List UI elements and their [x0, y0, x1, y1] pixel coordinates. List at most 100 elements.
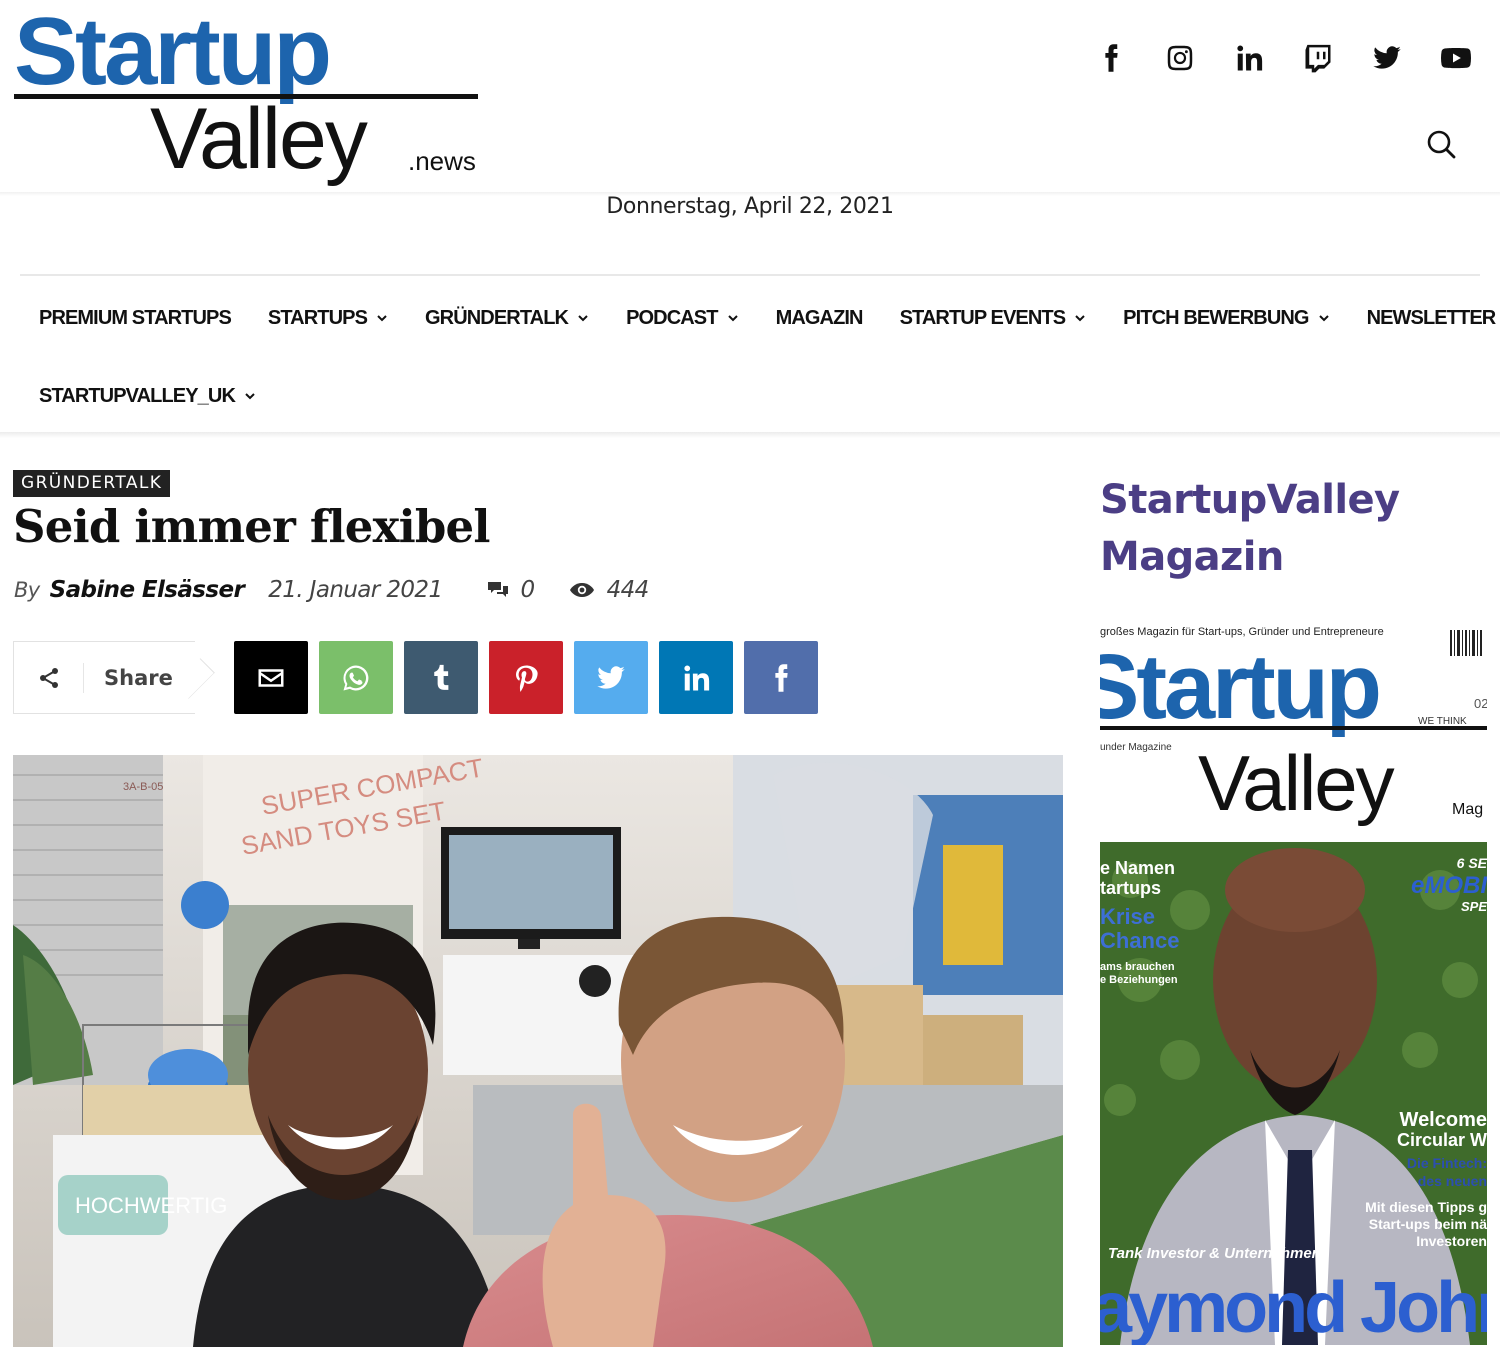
nav-item-gruendertalk[interactable]: GRÜNDERTALK [425, 307, 589, 330]
cover-line: Krise [1100, 904, 1155, 929]
author-link[interactable]: Sabine Elsässer [50, 577, 245, 603]
cover-line: eMOBI [1411, 872, 1487, 899]
cover-line: Start-ups beim nä [1369, 1216, 1487, 1232]
twitch-icon[interactable] [1300, 40, 1336, 76]
facebook-icon[interactable] [1093, 40, 1129, 76]
nav-item-label: STARTUPVALLEY_UK [39, 384, 236, 407]
share-icon [14, 662, 84, 693]
share-whatsapp-button[interactable] [319, 641, 393, 714]
nav-item-podcast[interactable]: PODCAST [626, 307, 738, 330]
nav-top-rule [20, 274, 1480, 276]
nav-item-label: PREMIUM STARTUPS [39, 306, 232, 329]
facebook-icon [775, 663, 788, 692]
nav-item-label: GRÜNDERTALK [425, 306, 569, 329]
share-label: Share [104, 665, 173, 690]
cover-caption: Tank Investor & Unternehmer [1108, 1245, 1319, 1262]
share-pinterest-button[interactable] [489, 641, 563, 714]
youtube-icon[interactable] [1438, 40, 1474, 76]
eye-icon [569, 583, 594, 597]
nav-bottom-shadow [0, 432, 1500, 438]
nav-item-label: STARTUP EVENTS [899, 306, 1066, 329]
chevron-down-icon [1318, 315, 1329, 322]
article-meta: By Sabine Elsässer 21. Januar 2021 0 444 [14, 577, 683, 603]
article-date: 21. Januar 2021 [268, 577, 443, 603]
cover-line: Investoren [1416, 1233, 1487, 1249]
booth-number: 3A-B-05 [123, 781, 163, 793]
cover-logo-suffix: Mag [1452, 801, 1483, 818]
nav-item-label: PODCAST [626, 306, 718, 329]
logo-news-text: .news [408, 146, 476, 176]
nav-item-premium-startups[interactable]: PREMIUM STARTUPS [39, 306, 232, 330]
site-logo[interactable]: Startup Valley .news [14, 4, 484, 198]
view-count-value: 444 [606, 577, 650, 603]
nav-item-magazin[interactable]: MAGAZIN [775, 306, 864, 330]
cover-line: 6 SE [1457, 855, 1487, 871]
share-facebook-button[interactable] [744, 641, 818, 714]
cover-line: SPE [1461, 899, 1487, 914]
nav-item-label: PITCH BEWERBUNG [1123, 306, 1309, 329]
share-toggle[interactable]: Share [13, 641, 195, 714]
category-badge[interactable]: GRÜNDERTALK [13, 470, 171, 497]
cover-line: e Namen [1100, 858, 1175, 878]
share-tumblr-button[interactable] [404, 641, 478, 714]
linkedin-icon[interactable] [1231, 40, 1267, 76]
comments-icon [487, 582, 508, 597]
main-navigation: PREMIUM STARTUPS STARTUPS GRÜNDERTALK PO… [39, 290, 1496, 424]
magazine-cover[interactable]: großes Magazin für Start-ups, Gründer un… [1100, 620, 1487, 1345]
sidebar-title-line-1: StartupValley [1100, 477, 1400, 523]
chevron-down-icon [1075, 315, 1085, 322]
share-linkedin-button[interactable] [659, 641, 733, 714]
linkedin-icon [684, 665, 710, 690]
cover-we-think: WE THINK [1418, 716, 1467, 727]
search-button[interactable] [1426, 128, 1458, 162]
comment-count[interactable]: 0 [487, 577, 535, 603]
sidebar-magazine-heading[interactable]: StartupValley Magazin [1100, 472, 1480, 586]
cover-line: Chance [1100, 928, 1179, 953]
cover-line: Welcome [1400, 1109, 1487, 1131]
comment-count-value: 0 [520, 577, 536, 603]
nav-row: STARTUPVALLEY_UK [39, 368, 1479, 424]
current-date: Donnerstag, April 22, 2021 [606, 194, 894, 219]
nav-item-label: MAGAZIN [775, 306, 864, 329]
instagram-icon[interactable] [1162, 40, 1198, 76]
barcode-icon [1450, 630, 1482, 656]
nav-row: PREMIUM STARTUPS STARTUPS GRÜNDERTALK PO… [39, 290, 1496, 346]
pinterest-icon [516, 665, 538, 692]
sidebar-title-line-2: Magazin [1100, 534, 1284, 580]
cover-logo-valley: Valley [1198, 739, 1395, 827]
nav-item-pitch-bewerbung[interactable]: PITCH BEWERBUNG [1123, 307, 1329, 330]
view-count: 444 [569, 577, 649, 603]
nav-item-label: NEWSLETTER [1366, 306, 1497, 329]
counter-sign-text: HOCHWERTIG [75, 1193, 227, 1218]
cover-logo-startup: Startup [1100, 636, 1379, 738]
cover-founder-line: under Magazine [1100, 742, 1172, 753]
trade-fair-selfie-illustration: SUPER COMPACT SAND TOYS SET 3A-B-05 HOCH… [13, 755, 1063, 1347]
twitter-icon[interactable] [1369, 40, 1405, 76]
nav-item-label: STARTUPS [267, 306, 368, 329]
email-icon [258, 668, 284, 687]
twitter-icon [597, 665, 625, 689]
logo-valley-text: Valley [150, 91, 368, 187]
share-twitter-button[interactable] [574, 641, 648, 714]
cover-issue: 02 [1474, 696, 1487, 711]
cover-line: Circular W [1397, 1130, 1487, 1150]
chevron-down-icon [245, 393, 255, 400]
logo-startup-text: Startup [14, 0, 332, 105]
cover-line: tartups [1100, 878, 1161, 898]
tumblr-icon [434, 664, 449, 690]
nav-item-startupvalley-uk[interactable]: STARTUPVALLEY_UK [39, 385, 256, 408]
nav-item-startups[interactable]: STARTUPS [268, 307, 388, 330]
cover-line: des neuen [1418, 1173, 1487, 1189]
whatsapp-icon [343, 665, 369, 690]
cover-name: aymond John [1100, 1268, 1487, 1345]
cover-line: Mit diesen Tipps g [1365, 1199, 1487, 1215]
nav-item-newsletter[interactable]: NEWSLETTER [1366, 306, 1497, 330]
magazine-cover-art: großes Magazin für Start-ups, Gründer un… [1100, 620, 1487, 1345]
search-icon [1427, 130, 1456, 159]
nav-item-startup-events[interactable]: STARTUP EVENTS [900, 307, 1087, 330]
chevron-down-icon [578, 315, 588, 322]
share-email-button[interactable] [234, 641, 308, 714]
social-links [1093, 40, 1474, 76]
article-featured-image: SUPER COMPACT SAND TOYS SET 3A-B-05 HOCH… [13, 755, 1063, 1347]
cover-line: e Beziehungen [1100, 974, 1178, 986]
